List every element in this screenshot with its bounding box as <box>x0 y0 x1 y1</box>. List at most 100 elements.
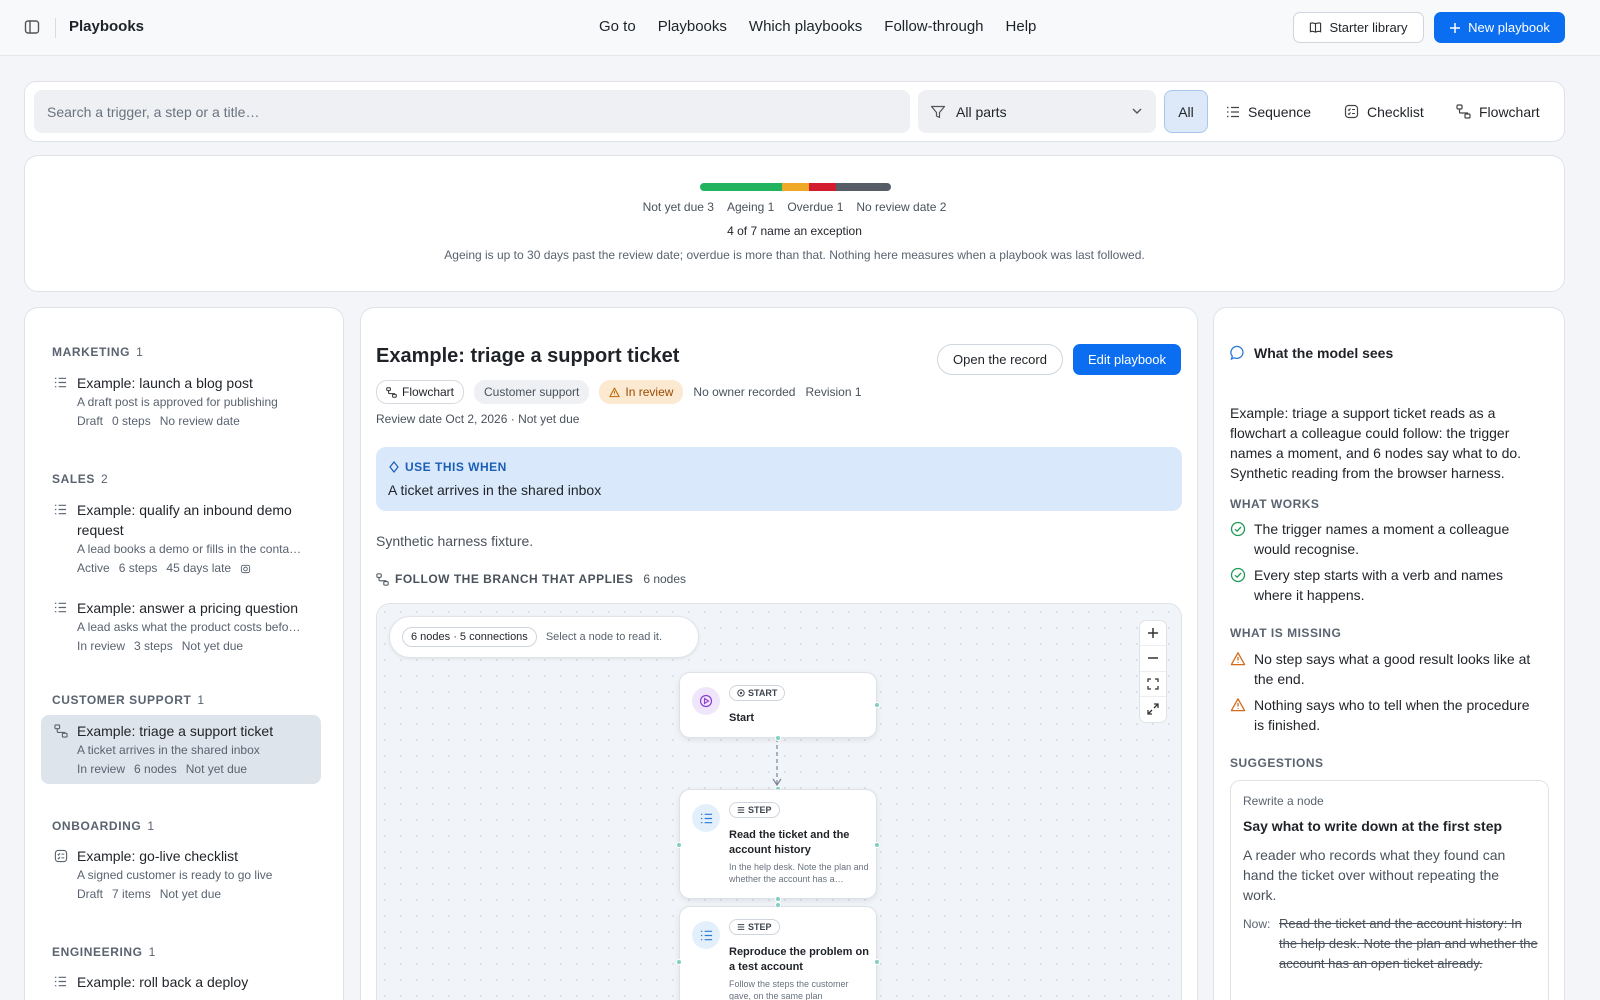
review-status-bar <box>700 183 891 191</box>
item-review: No review date <box>159 414 240 428</box>
group-count: 1 <box>136 345 144 359</box>
legend-overdue: Overdue 1 <box>787 200 844 214</box>
canvas-info: 6 nodes · 5 connections Select a node to… <box>389 616 699 658</box>
zoom-in-icon[interactable] <box>1140 621 1166 647</box>
suggestion-card[interactable]: Rewrite a node Say what to write down at… <box>1230 780 1549 1000</box>
list-item[interactable]: Example: answer a pricing question A lea… <box>41 592 321 661</box>
flow-node-step[interactable]: STEP Read the ticket and the account his… <box>676 789 880 899</box>
nav-which-playbooks[interactable]: Which playbooks <box>749 18 862 35</box>
alarm-icon <box>240 563 251 574</box>
use-when-callout: USE THIS WHEN A ticket arrives in the sh… <box>376 447 1182 511</box>
play-icon <box>692 687 720 715</box>
status-bar-segment <box>781 183 810 191</box>
segment-checklist-label: Checklist <box>1367 103 1424 120</box>
detail-title: Example: triage a support ticket <box>376 345 680 367</box>
flowchart-icon <box>386 386 397 398</box>
chat-bubble-icon <box>1230 345 1246 361</box>
connector-handle[interactable] <box>676 959 682 965</box>
connector-handle[interactable] <box>874 842 880 848</box>
suggestion-body: A reader who records what they found can… <box>1243 847 1506 903</box>
owner-text: No owner recorded <box>693 385 796 399</box>
legend-no-review-date: No review date 2 <box>856 200 947 214</box>
fit-view-icon[interactable] <box>1140 672 1166 697</box>
status-bar-segment <box>836 183 891 191</box>
node-description: In the help desk. Note the plan and whet… <box>729 862 869 884</box>
model-intro: Example: triage a support ticket reads a… <box>1230 405 1522 481</box>
model-heading-label: What the model sees <box>1254 345 1394 361</box>
group-heading: SALES 2 <box>52 472 108 486</box>
group-name: SALES <box>52 472 96 486</box>
segment-checklist[interactable]: Checklist <box>1344 90 1424 133</box>
status-badge: In review <box>599 380 684 404</box>
chevron-down-icon <box>1131 105 1143 117</box>
item-title: Example: roll back a deploy <box>77 974 249 990</box>
works-heading: WHAT WORKS <box>1230 497 1320 511</box>
group-count: 1 <box>147 819 155 833</box>
sidebar-toggle-icon[interactable] <box>24 19 42 37</box>
revision-text: Revision 1 <box>805 385 862 399</box>
filter-icon <box>930 104 946 120</box>
edit-playbook-button[interactable]: Edit playbook <box>1073 344 1181 375</box>
plus-icon <box>1449 22 1461 34</box>
item-title: Example: answer a pricing question <box>77 600 299 616</box>
flowchart-icon <box>1456 104 1471 119</box>
group-name: ONBOARDING <box>52 819 142 833</box>
filter-bar: Search a trigger, a step or a title… All… <box>24 81 1565 142</box>
node-tag: STEP <box>729 802 780 818</box>
branch-label: FOLLOW THE BRANCH THAT APPLIES <box>395 572 634 586</box>
list-item[interactable]: Example: go-live checklist A signed cust… <box>41 840 321 909</box>
new-playbook-button[interactable]: New playbook <box>1434 12 1565 43</box>
works-text: Every step starts with a verb and names … <box>1254 567 1503 603</box>
node-tag: START <box>729 685 786 701</box>
list-item[interactable]: Example: qualify an inbound demo request… <box>41 494 321 583</box>
item-status: Draft <box>77 887 104 901</box>
team-chip: Customer support <box>474 380 590 404</box>
nav-follow-through[interactable]: Follow-through <box>884 18 983 35</box>
connector-handle[interactable] <box>775 735 781 741</box>
item-description: A lead books a demo or fills in the cont… <box>77 542 302 556</box>
flow-node-start[interactable]: START Start <box>679 672 880 738</box>
segment-all[interactable]: All <box>1164 90 1208 133</box>
item-review: Not yet due <box>181 639 244 653</box>
summary-note: Ageing is up to 30 days past the review … <box>444 248 1145 262</box>
branch-count: 6 nodes <box>643 572 687 586</box>
parts-select[interactable]: All parts <box>918 90 1156 133</box>
node-tag-label: START <box>748 688 778 698</box>
connector-handle[interactable] <box>874 702 880 708</box>
nav-playbooks[interactable]: Playbooks <box>658 18 727 35</box>
item-status: In review <box>77 762 126 776</box>
connector-handle[interactable] <box>874 959 880 965</box>
list-item[interactable]: Example: launch a blog post A draft post… <box>41 367 321 436</box>
nav-go-to[interactable]: Go to <box>599 18 636 35</box>
status-bar-segment <box>809 183 837 191</box>
connector-handle[interactable] <box>676 842 682 848</box>
flowchart-canvas[interactable]: 6 nodes · 5 connections Select a node to… <box>376 603 1182 1000</box>
check-circle-icon <box>1230 567 1246 583</box>
fullscreen-icon[interactable] <box>1140 697 1166 722</box>
item-size: 0 steps <box>112 414 151 428</box>
search-input[interactable]: Search a trigger, a step or a title… <box>34 90 910 133</box>
review-date: Review date Oct 2, 2026 · Not yet due <box>376 412 580 426</box>
item-meta: In review 6 nodes Not yet due <box>77 760 309 778</box>
branch-heading: FOLLOW THE BRANCH THAT APPLIES 6 nodes <box>376 572 686 586</box>
nav-help[interactable]: Help <box>1006 18 1037 35</box>
item-size: 7 items <box>112 887 151 901</box>
group-heading: CUSTOMER SUPPORT 1 <box>52 693 205 707</box>
segment-flowchart[interactable]: Flowchart <box>1456 90 1540 133</box>
segment-sequence[interactable]: Sequence <box>1226 90 1311 133</box>
list-item-selected[interactable]: Example: triage a support ticket A ticke… <box>41 715 321 784</box>
warning-icon <box>609 387 621 398</box>
zoom-out-icon[interactable] <box>1140 646 1166 672</box>
missing-heading: WHAT IS MISSING <box>1230 626 1342 640</box>
group-name: MARKETING <box>52 345 131 359</box>
model-panel: What the model sees Example: triage a su… <box>1213 307 1565 1000</box>
item-description: A ticket arrives in the shared inbox <box>77 743 260 757</box>
list-item[interactable]: Example: roll back a deploy <box>41 966 321 998</box>
group-heading: MARKETING 1 <box>52 345 143 359</box>
open-record-button[interactable]: Open the record <box>937 344 1063 375</box>
starter-library-button[interactable]: Starter library <box>1293 12 1424 43</box>
item-title: Example: launch a blog post <box>77 375 253 391</box>
connector-handle[interactable] <box>775 902 781 908</box>
item-status: Draft <box>77 414 104 428</box>
flow-node-step[interactable]: STEP Reproduce the problem on a test acc… <box>676 906 880 1000</box>
